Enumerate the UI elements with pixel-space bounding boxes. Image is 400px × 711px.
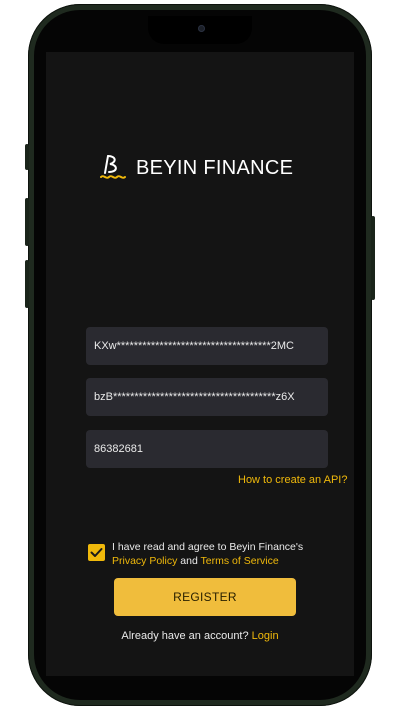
passphrase-input[interactable]: 86382681 <box>86 430 328 468</box>
api-secret-input[interactable]: bzB*************************************… <box>86 378 328 416</box>
api-key-input[interactable]: KXw************************************2… <box>86 327 328 365</box>
brand-logo: BEYIN FINANCE <box>100 152 293 184</box>
agreement-prefix: I have read and agree to Beyin Finance's <box>112 541 304 553</box>
beyin-logo-icon <box>100 153 126 183</box>
how-to-create-api-link[interactable]: How to create an API? <box>238 474 347 486</box>
side-button-volume-down <box>25 260 29 308</box>
phone-frame: BEYIN FINANCE KXw***********************… <box>25 4 375 706</box>
already-text: Already have an account? <box>121 630 249 642</box>
phone-bezel: BEYIN FINANCE KXw***********************… <box>34 10 366 700</box>
terms-of-service-link[interactable]: Terms of Service <box>201 555 279 567</box>
login-link[interactable]: Login <box>252 630 279 642</box>
notch <box>148 16 252 44</box>
check-icon <box>88 548 105 565</box>
side-button-mute <box>25 144 29 170</box>
brand-name: BEYIN FINANCE <box>136 156 294 179</box>
camera-icon <box>198 25 205 32</box>
agreement-text: I have read and agree to Beyin Finance's… <box>112 540 332 568</box>
register-button[interactable]: REGISTER <box>114 578 296 616</box>
side-button-power <box>371 216 375 300</box>
agree-checkbox[interactable] <box>88 544 105 561</box>
app-screen: BEYIN FINANCE KXw***********************… <box>46 52 354 676</box>
already-have-account: Already have an account? Login <box>46 630 354 642</box>
privacy-policy-link[interactable]: Privacy Policy <box>112 555 177 567</box>
side-button-volume-up <box>25 198 29 246</box>
agreement-and: and <box>180 555 198 567</box>
